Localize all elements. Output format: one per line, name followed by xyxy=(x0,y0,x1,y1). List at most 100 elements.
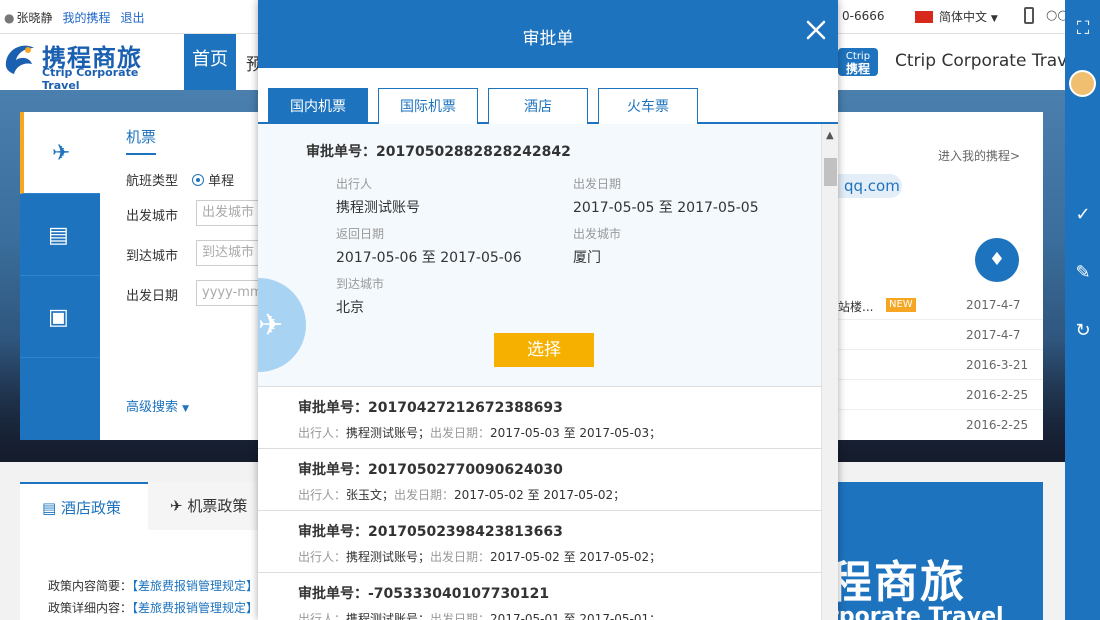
date-value: 2017-05-01 至 2017-05-01； xyxy=(490,612,662,620)
scrollbar[interactable]: ▲ xyxy=(821,124,838,620)
user-panel: 进入我的携程> qq.com ♦ 站楼... NEW 2017-4-7 2017… xyxy=(838,112,1043,440)
depart-date-input[interactable]: yyyy-mm xyxy=(196,280,266,306)
approval-list: ✈ 审批单号：20170502882828242842 出行人 携程测试账号 出… xyxy=(258,124,838,620)
right-sidebar: ⛶ ✓ ✎ ↻ xyxy=(1065,0,1100,620)
advanced-search-label: 高级搜索 xyxy=(126,400,179,415)
logo[interactable]: 携程商旅 Ctrip Corporate Travel xyxy=(0,36,170,92)
enter-my-ctrip-link[interactable]: 进入我的携程> xyxy=(938,147,1020,164)
caret-down-icon: ▼ xyxy=(182,404,190,414)
bell-icon[interactable]: ♦ xyxy=(975,238,1019,282)
news-item[interactable]: 2016-2-25 xyxy=(838,410,1043,440)
tab-hotel[interactable]: ▤ xyxy=(20,194,100,276)
news-date: 2016-3-21 xyxy=(966,358,1029,372)
chevron-down-icon: ▼ xyxy=(990,14,998,24)
tab-train[interactable]: ▣ xyxy=(20,276,100,358)
mobile-icon[interactable] xyxy=(1024,7,1034,24)
approval-meta: 出行人：携程测试账号；出发日期：2017-05-01 至 2017-05-01； xyxy=(298,610,661,620)
scrollbar-thumb[interactable] xyxy=(824,158,837,186)
news-date: 2017-4-7 xyxy=(966,298,1021,312)
tab-flight-policy[interactable]: ✈ 机票政策 xyxy=(148,482,260,530)
refresh-icon[interactable]: ↻ xyxy=(1072,320,1094,342)
to-city-input[interactable]: 到达城市 xyxy=(196,240,266,266)
arrive-city-value: 北京 xyxy=(336,300,364,316)
tab-flight[interactable]: ✈ xyxy=(20,112,100,194)
news-item[interactable]: 站楼... NEW 2017-4-7 xyxy=(838,290,1043,320)
return-date-label: 返回日期 xyxy=(336,227,385,241)
news-item[interactable]: 2017-4-7 xyxy=(838,320,1043,350)
approval-meta: 出行人：携程测试账号；出发日期：2017-05-02 至 2017-05-02； xyxy=(298,548,661,565)
language-select[interactable]: 简体中文 ▼ xyxy=(915,8,998,25)
airplane-icon: ✈ xyxy=(52,141,71,166)
list-item[interactable]: 审批单号：-705333040107730121 出行人：携程测试账号；出发日期… xyxy=(258,573,821,620)
approval-meta: 出行人：携程测试账号；出发日期：2017-05-03 至 2017-05-03； xyxy=(298,424,661,441)
modal-tabs: 国内机票 国际机票 酒店 火车票 xyxy=(258,68,838,124)
policy-summary-row: 政策内容简要：【差旅费报销管理规定】 xyxy=(48,577,258,594)
policy-summary-label: 政策内容简要： xyxy=(48,579,133,593)
news-date: 2016-2-25 xyxy=(966,418,1029,432)
date-key: 出发日期： xyxy=(430,612,491,620)
flight-type-label: 航班类型 xyxy=(126,174,179,189)
traveler-key: 出行人： xyxy=(298,550,347,564)
approval-number: 审批单号：20170502882828242842 xyxy=(306,144,571,160)
scroll-up-icon[interactable]: ▲ xyxy=(826,130,834,141)
depart-date-label: 出发日期 xyxy=(126,289,179,304)
approval-modal: 审批单 国内机票 国际机票 酒店 火车票 ✈ 审批单号：201705028828… xyxy=(258,0,838,620)
list-item[interactable]: 审批单号：20170502398423813663 出行人：携程测试账号；出发日… xyxy=(258,511,821,573)
news-item[interactable]: 2016-2-25 xyxy=(838,380,1043,410)
logo-en-text: Ctrip Corporate Travel xyxy=(42,66,139,92)
depart-city-label: 出发城市 xyxy=(573,227,622,241)
hotel-policy-label: 酒店政策 xyxy=(60,499,121,517)
policy-detail-link[interactable]: 【差旅费报销管理规定】 xyxy=(132,601,258,615)
scan-icon[interactable]: ⛶ xyxy=(1072,18,1094,40)
traveler-key: 出行人： xyxy=(298,612,347,620)
list-item[interactable]: 审批单号：20170502770090624030 出行人：张玉文；出发日期：2… xyxy=(258,449,821,511)
from-city-input[interactable]: 出发城市 xyxy=(196,200,266,226)
approval-number: 审批单号：20170502770090624030 xyxy=(298,462,563,478)
traveler-value: 携程测试账号； xyxy=(346,612,431,620)
flight-type-row: 航班类型 单程 xyxy=(126,170,234,189)
selected-approval-card: ✈ 审批单号：20170502882828242842 出行人 携程测试账号 出… xyxy=(258,124,821,387)
one-way-radio[interactable] xyxy=(192,174,205,186)
my-trips-link[interactable]: 我的携程 xyxy=(63,11,111,25)
tab-international-flight[interactable]: 国际机票 xyxy=(378,88,478,124)
banner-en-text: rporate Travel xyxy=(838,604,1004,620)
tab-domestic-flight[interactable]: 国内机票 xyxy=(268,88,368,124)
close-icon[interactable] xyxy=(805,19,827,41)
date-value: 2017-05-02 至 2017-05-02； xyxy=(454,488,626,502)
policy-summary-link[interactable]: 【差旅费报销管理规定】 xyxy=(132,579,258,593)
arrive-city-label: 到达城市 xyxy=(336,277,385,291)
brand-banner[interactable]: 程商旅 rporate Travel xyxy=(838,482,1043,620)
search-box: ✈ ▤ ▣ 机票 航班类型 单程 出发城市 出发城市 到达城市 到达城市 出发日… xyxy=(20,112,266,440)
select-button[interactable]: 选择 xyxy=(494,333,594,367)
new-badge: NEW xyxy=(886,298,916,312)
train-icon: ▣ xyxy=(48,305,69,330)
avatar[interactable] xyxy=(1069,70,1096,97)
approval-meta: 出行人：张玉文；出发日期：2017-05-02 至 2017-05-02； xyxy=(298,486,625,503)
flight-policy-label: 机票政策 xyxy=(187,497,248,515)
bed-icon: ▤ xyxy=(48,223,69,248)
list-item[interactable]: 审批单号：20170427212672388693 出行人：携程测试账号；出发日… xyxy=(258,387,821,449)
date-key: 出发日期： xyxy=(394,488,455,502)
depart-city-value: 厦门 xyxy=(573,250,601,266)
news-date: 2016-2-25 xyxy=(966,388,1029,402)
advanced-search-link[interactable]: 高级搜索 ▼ xyxy=(126,396,189,415)
date-value: 2017-05-02 至 2017-05-02； xyxy=(490,550,662,564)
language-label: 简体中文 xyxy=(939,10,988,24)
tab-hotel-policy[interactable]: ▤ 酒店政策 xyxy=(20,482,148,530)
traveler-value: 携程测试账号 xyxy=(336,200,420,216)
news-date: 2017-4-7 xyxy=(966,328,1021,342)
logout-link[interactable]: 退出 xyxy=(121,11,145,25)
traveler-value: 携程测试账号； xyxy=(346,550,431,564)
tab-hotel[interactable]: 酒店 xyxy=(488,88,588,124)
tab-train[interactable]: 火车票 xyxy=(598,88,698,124)
news-item[interactable]: 2016-3-21 xyxy=(838,350,1043,380)
traveler-value: 携程测试账号； xyxy=(346,426,431,440)
brand-text: Ctrip Corporate Travel xyxy=(895,51,1083,71)
to-city-label: 到达城市 xyxy=(126,249,179,264)
news-title: 站楼... xyxy=(838,300,874,314)
approval-check-icon[interactable]: ✓ xyxy=(1072,204,1094,226)
modal-header: 审批单 xyxy=(258,0,838,68)
nav-home[interactable]: 首页 xyxy=(184,34,236,90)
approval-number: 审批单号：-705333040107730121 xyxy=(298,586,550,602)
pen-icon[interactable]: ✎ xyxy=(1072,262,1094,284)
